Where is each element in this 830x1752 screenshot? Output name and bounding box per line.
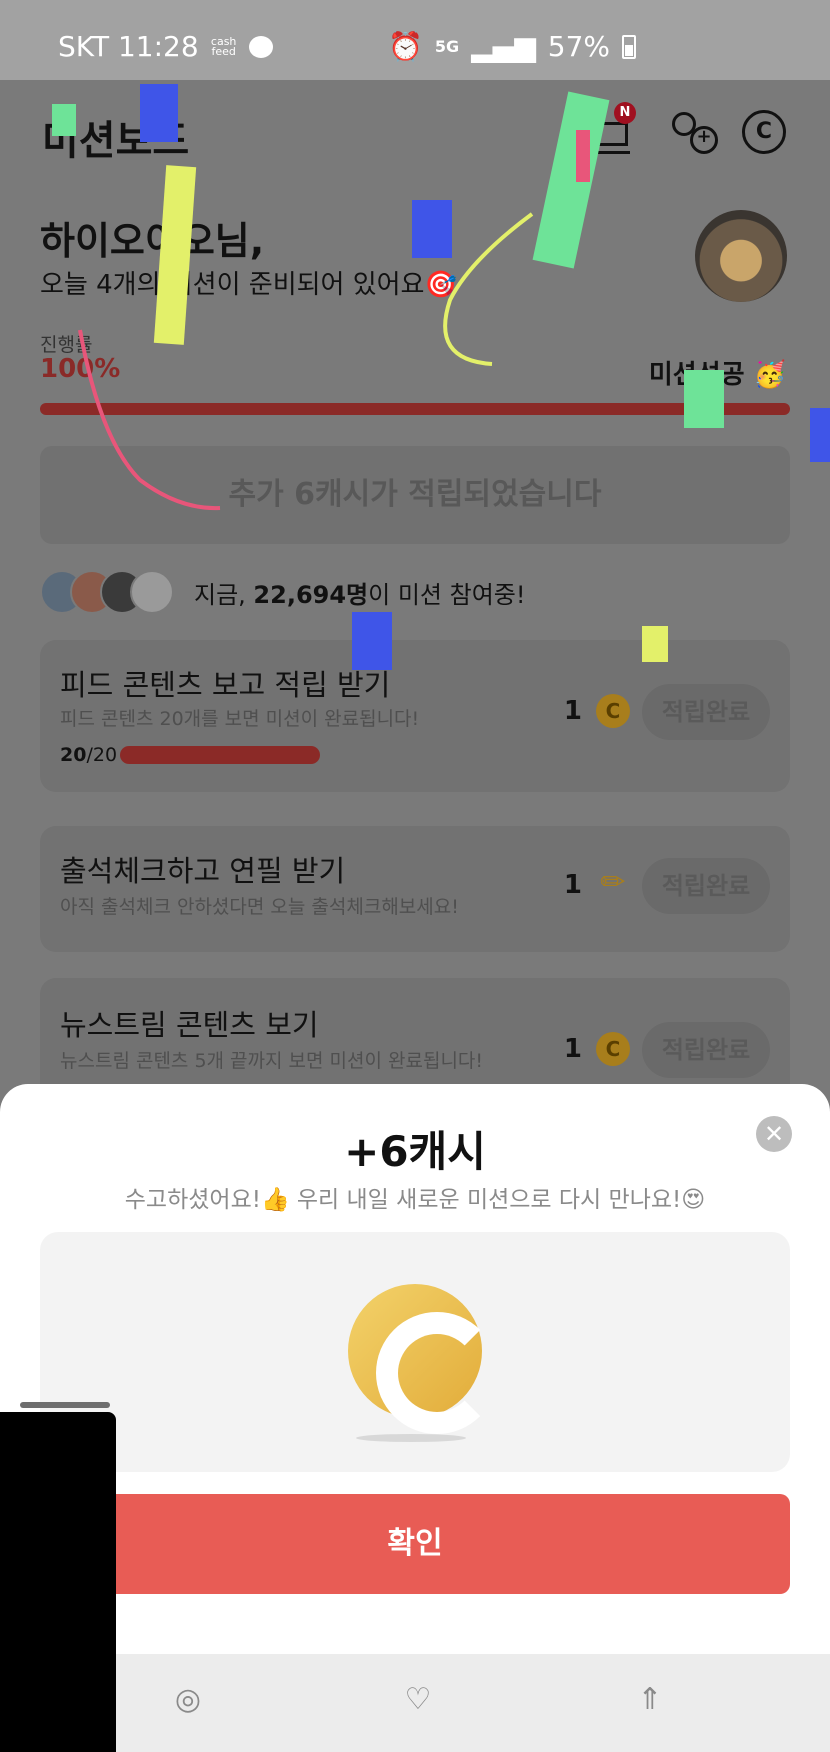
pencil-icon: ✏ [600,865,626,900]
mission-desc: 뉴스트림 콘텐츠 5개 끝까지 보면 미션이 완료됩니다! [60,1050,484,1072]
confetti-streamer [443,212,534,366]
mission-title: 피드 콘텐츠 보고 적립 받기 [60,668,391,702]
confetti-piece [352,612,392,670]
mission-card-feed[interactable]: 피드 콘텐츠 보고 적립 받기 피드 콘텐츠 20개를 보면 미션이 완료됩니다… [40,640,790,792]
participants-count: 22,694명 [253,580,369,609]
overlay-handle[interactable] [20,1402,110,1408]
cash-coin-icon [348,1284,482,1418]
rings-icon[interactable]: ◎ [168,1680,208,1720]
mission-title: 출석체크하고 연필 받기 [60,854,346,888]
confirm-button[interactable]: 확인 [40,1494,790,1594]
coin-display [40,1232,790,1472]
participants-row: 지금, 22,694명이 미션 참여중! [40,570,525,614]
reward-subtitle: 수고하셨어요!👍 우리 내일 새로운 미션으로 다시 만나요!😍 [124,1187,706,1213]
mission-complete-button[interactable]: 적립완료 [642,1022,770,1078]
mission-complete-button[interactable]: 적립완료 [642,858,770,914]
mission-desc: 아직 출석체크 안하셨다면 오늘 출석체크해보세요! [60,896,459,918]
mission-reward-amount: 1 [563,1034,582,1064]
mission-title: 뉴스트림 콘텐츠 보기 [60,1008,319,1042]
coin-shadow [356,1434,466,1442]
confetti-piece [642,626,668,662]
mission-complete-button[interactable]: 적립완료 [642,684,770,740]
confetti-streamers [78,212,534,511]
black-overlay-panel [0,1412,116,1752]
participant-avatars [40,570,174,614]
coin-icon: C [596,1032,630,1066]
mission-progress-text: 20/20 [60,744,118,766]
participants-text: 지금, 22,694명이 미션 참여중! [194,580,526,609]
coin-icon: C [596,694,630,728]
mission-desc: 피드 콘텐츠 20개를 보면 미션이 완료됩니다! [60,708,420,730]
reward-title: +6캐시 [344,1127,486,1176]
bottom-nav: ◎ ♡ ⇑ [0,1654,830,1752]
avatar [130,570,174,614]
mission-reward-amount: 1 [563,696,582,726]
heart-icon[interactable]: ♡ [398,1680,438,1720]
reward-bottom-sheet: ✕ +6캐시 수고하셨어요!👍 우리 내일 새로운 미션으로 다시 만나요!😍 … [0,1084,830,1654]
mission-card-attendance[interactable]: 출석체크하고 연필 받기 아직 출석체크 안하셨다면 오늘 출석체크해보세요! … [40,826,790,952]
mission-progress-bar [120,746,320,764]
rocket-icon[interactable]: ⇑ [630,1680,670,1720]
confetti-streamer [78,329,221,511]
mission-reward-amount: 1 [563,870,582,900]
